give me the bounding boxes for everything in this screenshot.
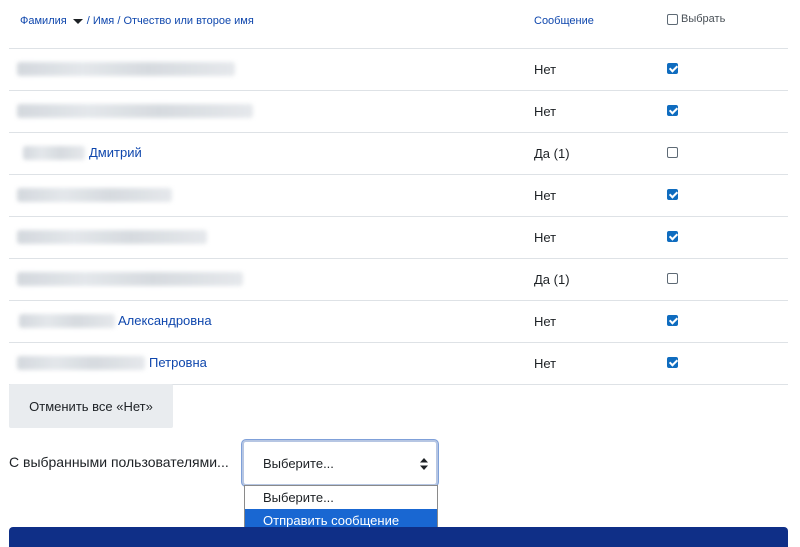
message-status: Нет xyxy=(534,188,557,203)
with-selected-label: С выбранными пользователями... xyxy=(9,454,229,470)
row-checkbox[interactable] xyxy=(667,147,678,158)
redacted-name xyxy=(17,230,207,244)
message-status: Да (1) xyxy=(534,272,570,287)
user-name-link[interactable]: Петровна xyxy=(149,355,207,370)
table-row: Нет xyxy=(9,175,788,217)
message-status: Да (1) xyxy=(534,146,570,161)
sort-desc-icon xyxy=(72,18,83,24)
table-row: Александровна Нет xyxy=(9,301,788,343)
row-checkbox[interactable] xyxy=(667,63,678,74)
sort-middlename-link[interactable]: / Отчество или второе имя xyxy=(117,15,253,27)
select-all[interactable]: Выбрать xyxy=(667,13,725,25)
message-column-header[interactable]: Сообщение xyxy=(534,15,594,27)
redacted-name xyxy=(17,356,145,370)
redacted-name xyxy=(17,104,253,118)
bulk-action-value: Выберите... xyxy=(263,456,334,471)
row-checkbox[interactable] xyxy=(667,231,678,242)
message-status: Нет xyxy=(534,104,557,119)
redacted-name xyxy=(17,188,172,202)
table-row: Дмитрий Да (1) xyxy=(9,133,788,175)
user-name-link[interactable]: Дмитрий xyxy=(89,145,142,160)
message-status: Нет xyxy=(534,314,557,329)
message-status: Нет xyxy=(534,356,557,371)
row-checkbox[interactable] xyxy=(667,189,678,200)
select-all-checkbox[interactable] xyxy=(667,13,678,25)
option-choose[interactable]: Выберите... xyxy=(245,486,437,509)
redacted-name xyxy=(17,272,243,286)
redacted-name xyxy=(19,314,115,328)
table-row: Да (1) xyxy=(9,259,788,301)
row-checkbox[interactable] xyxy=(667,315,678,326)
table-row: Нет xyxy=(9,217,788,259)
sort-surname-link[interactable]: Фамилия xyxy=(20,15,67,27)
bulk-action-select[interactable]: Выберите... xyxy=(242,440,438,486)
name-sort-links: Фамилия / Имя / Отчество или второе имя xyxy=(20,15,254,27)
message-status: Нет xyxy=(534,230,557,245)
table-row: Нет xyxy=(9,49,788,91)
sort-firstname-link[interactable]: / Имя xyxy=(87,15,115,27)
table-row: Петровна Нет xyxy=(9,343,788,385)
select-all-label: Выбрать xyxy=(681,13,726,25)
message-status: Нет xyxy=(534,62,557,77)
table-row: Нет xyxy=(9,91,788,133)
user-name-link[interactable]: Александровна xyxy=(118,313,212,328)
participants-table: Фамилия / Имя / Отчество или второе имя С… xyxy=(9,0,788,385)
redacted-name xyxy=(23,146,85,160)
redacted-name xyxy=(17,62,235,76)
submit-bar[interactable] xyxy=(9,527,788,547)
select-arrows-icon xyxy=(420,458,428,470)
row-checkbox[interactable] xyxy=(667,105,678,116)
row-checkbox[interactable] xyxy=(667,357,678,368)
table-header: Фамилия / Имя / Отчество или второе имя С… xyxy=(9,0,788,49)
row-checkbox[interactable] xyxy=(667,273,678,284)
cancel-all-no-button[interactable]: Отменить все «Нет» xyxy=(9,384,173,428)
